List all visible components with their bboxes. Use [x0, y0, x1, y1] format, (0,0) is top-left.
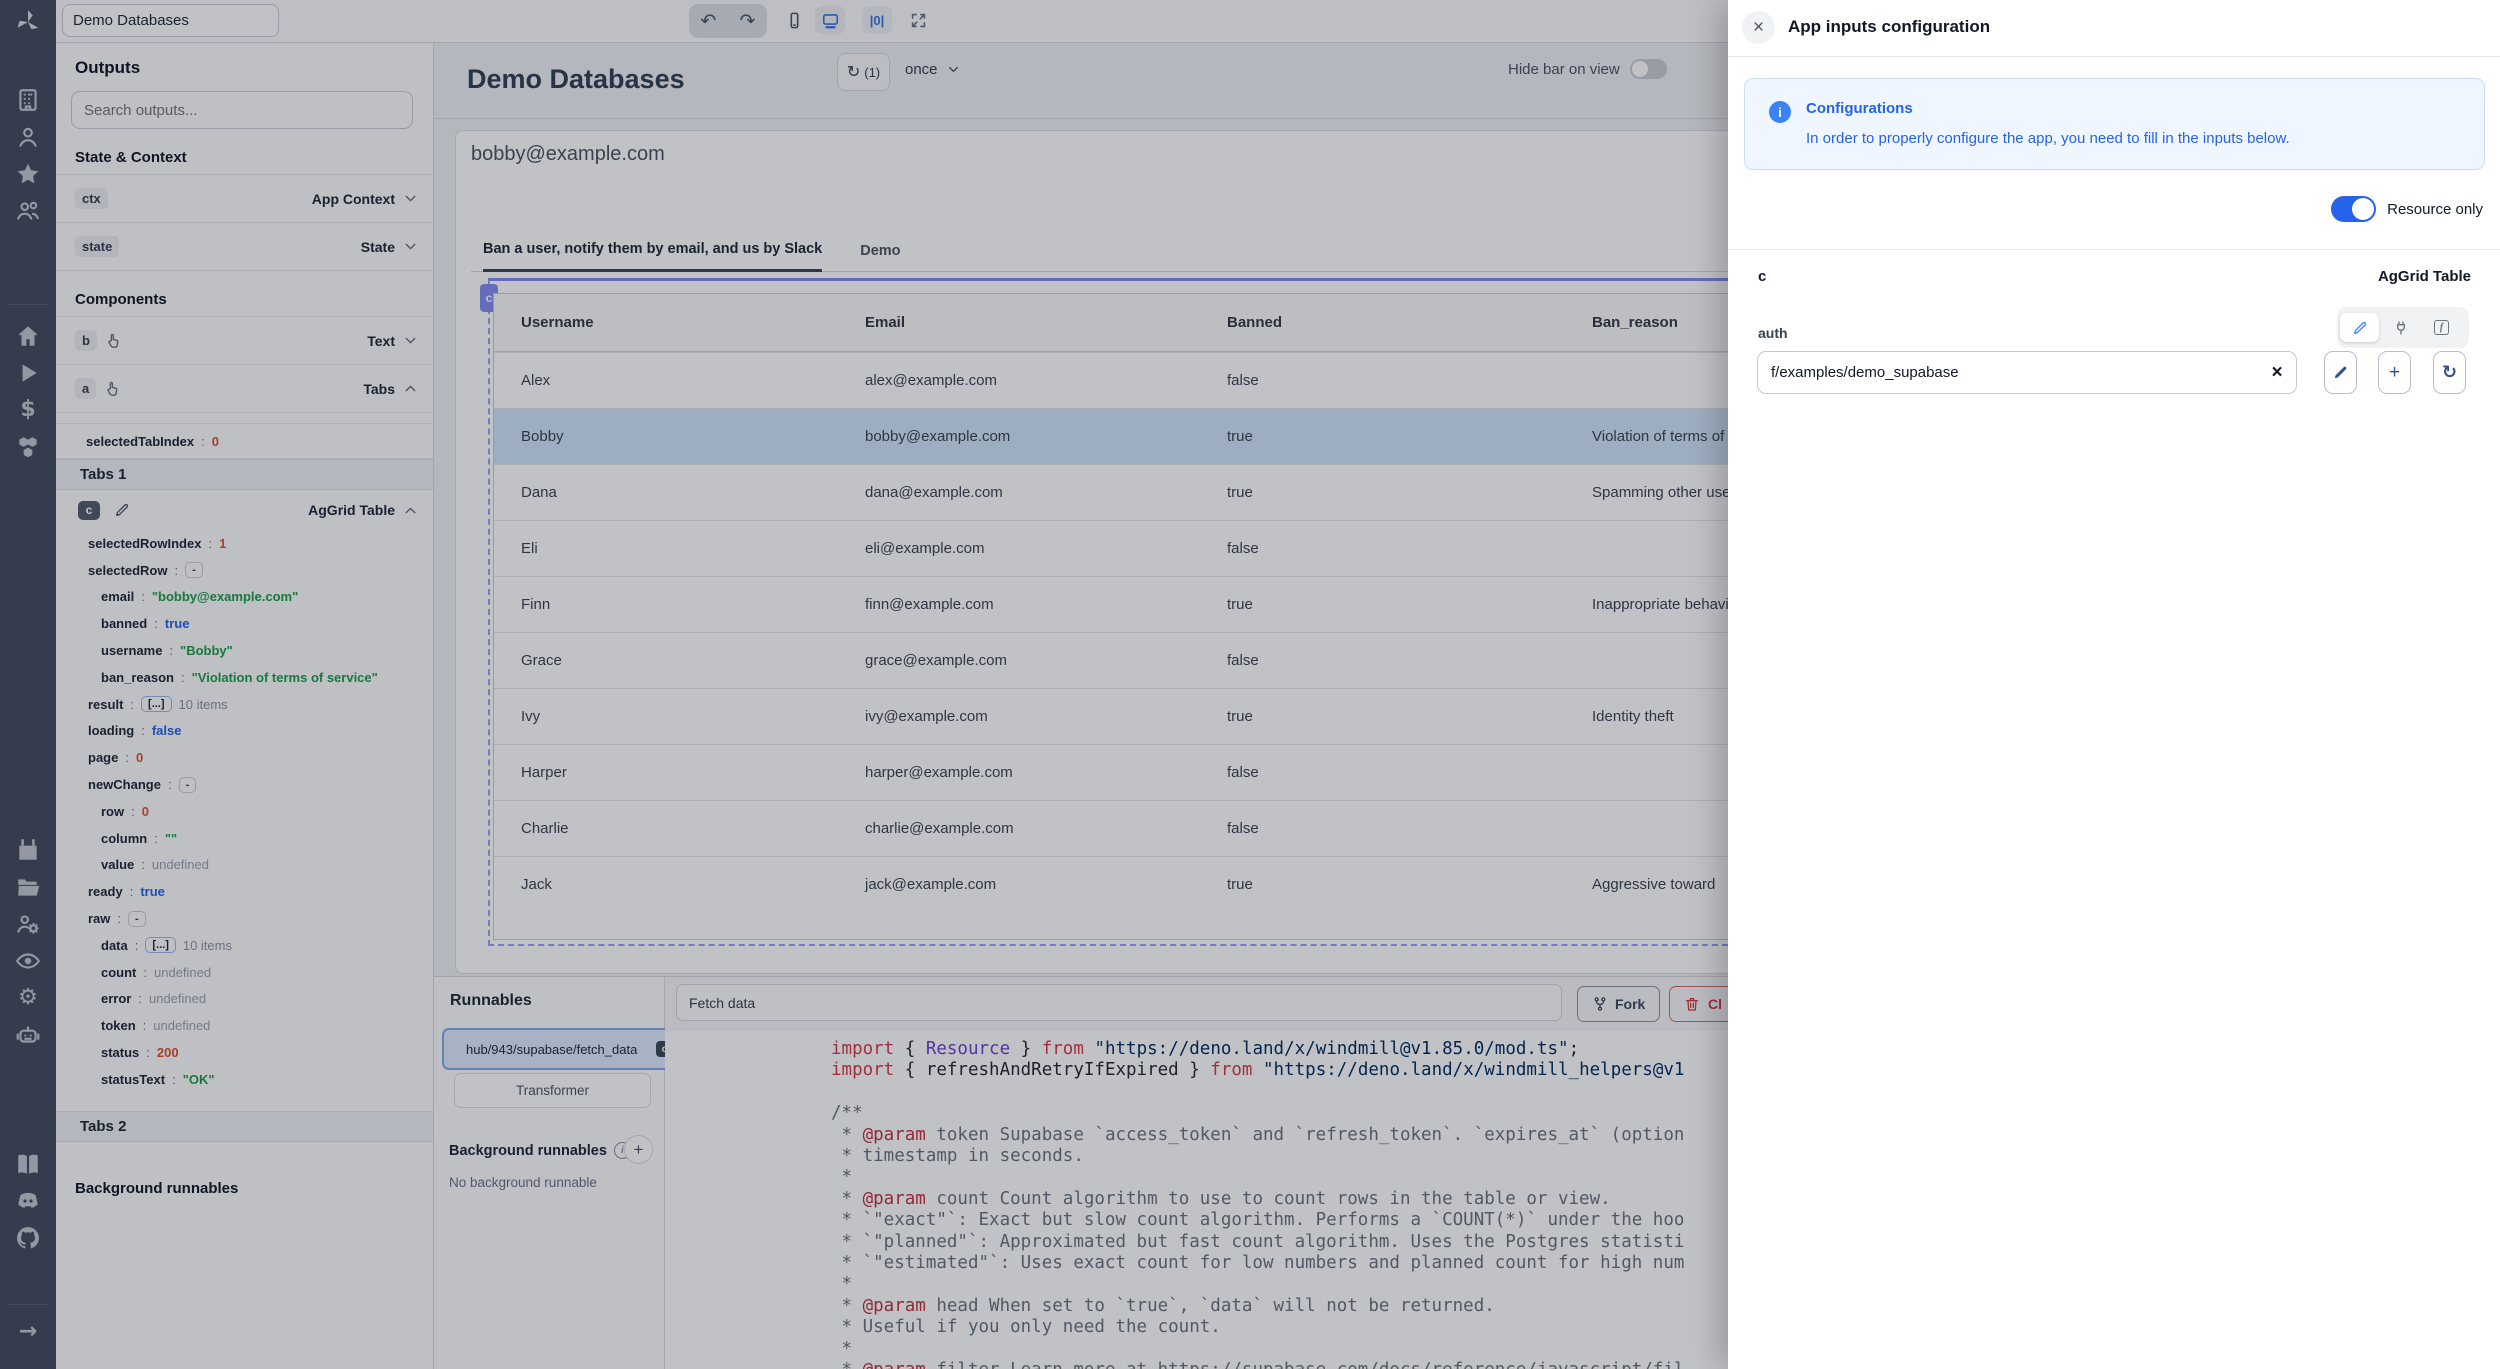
clear-icon: ×	[2271, 363, 2282, 382]
pencil-icon	[2352, 320, 2368, 336]
drawer-backdrop[interactable]	[0, 0, 1728, 1369]
static-mode-button[interactable]	[2340, 313, 2379, 342]
resource-only-toggle[interactable]	[2331, 196, 2376, 222]
input-mode-segmented-control: f	[2337, 307, 2469, 348]
resource-only-row: Resource only	[1728, 196, 2500, 222]
clear-resource-button[interactable]: ×	[2266, 361, 2288, 383]
component-header-row: c AgGrid Table	[1728, 250, 2500, 285]
close-icon: ×	[1753, 17, 1764, 39]
edit-resource-button[interactable]	[2324, 351, 2357, 394]
configurations-info-box: i Configurations In order to properly co…	[1744, 78, 2485, 170]
auth-label: auth	[1758, 325, 1788, 341]
refresh-icon: ↻	[2442, 364, 2457, 382]
component-id: c	[1758, 268, 1766, 285]
refresh-resource-button[interactable]: ↻	[2433, 351, 2466, 394]
eval-mode-button[interactable]: f	[2422, 313, 2461, 342]
resource-only-label: Resource only	[2387, 201, 2483, 218]
pencil-icon	[2332, 364, 2349, 381]
connect-mode-button[interactable]	[2381, 313, 2420, 342]
info-icon: i	[1769, 101, 1791, 123]
info-title: Configurations	[1806, 100, 2290, 117]
add-resource-button[interactable]: +	[2378, 351, 2411, 394]
close-button[interactable]: ×	[1742, 11, 1775, 44]
resource-path-input[interactable]	[1757, 351, 2297, 394]
app-inputs-drawer: × App inputs configuration i Configurati…	[1728, 0, 2500, 1369]
drawer-header: × App inputs configuration	[1728, 0, 2500, 57]
auth-field-block: f auth × + ↻	[1728, 307, 2500, 427]
function-icon: f	[2434, 320, 2449, 335]
plug-icon	[2393, 320, 2409, 336]
info-body: In order to properly configure the app, …	[1806, 130, 2290, 147]
component-type: AgGrid Table	[2378, 268, 2471, 285]
drawer-title: App inputs configuration	[1788, 17, 1990, 37]
